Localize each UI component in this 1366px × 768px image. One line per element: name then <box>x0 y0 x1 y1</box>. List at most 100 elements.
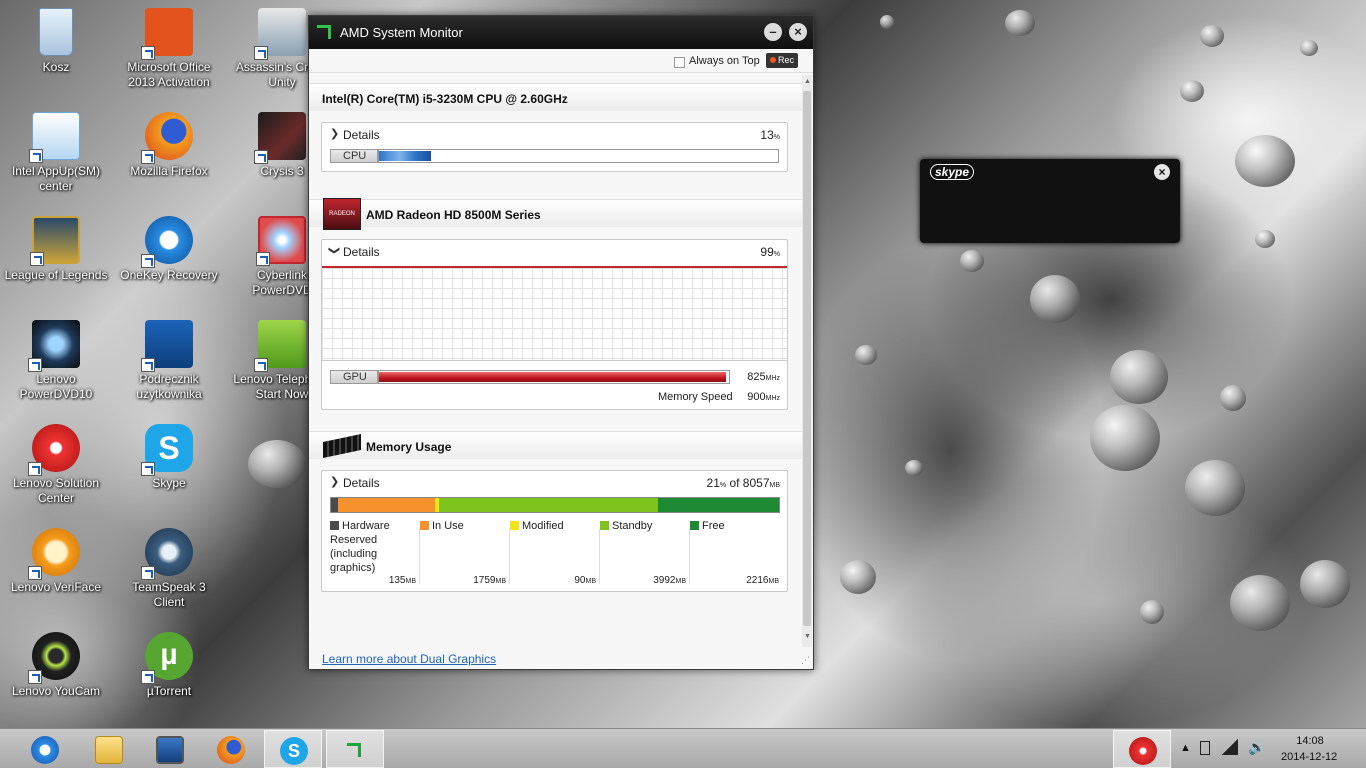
desktop-icon-lenovo-powerdvd10[interactable]: Lenovo PowerDVD10 <box>4 314 108 410</box>
always-on-top-checkbox[interactable] <box>674 57 685 68</box>
skype-icon: S <box>141 424 193 476</box>
legend-swatch <box>600 521 609 530</box>
telephony-icon <box>254 320 306 372</box>
vertical-scrollbar[interactable]: ▲ ▼ <box>802 75 812 647</box>
close-button[interactable]: × <box>789 23 807 41</box>
legend-value-unit: MB <box>405 578 417 585</box>
resize-grip-icon[interactable]: ⋰ <box>801 655 810 666</box>
cpu-panel: ❯ Details 13% CPU <box>321 122 788 172</box>
gpu-percent: 99% <box>760 245 780 259</box>
legend-swatch <box>330 521 339 530</box>
firefox-icon <box>217 736 245 764</box>
legend-value-unit: MB <box>585 578 597 585</box>
desktop-icon-recycle-bin[interactable]: Kosz <box>4 2 108 98</box>
cpu-percent-value: 13 <box>760 128 774 142</box>
scrollbar-thumb[interactable] <box>803 91 811 626</box>
gpu-details-toggle[interactable]: Details <box>343 245 380 259</box>
desktop-icon-lenovo-veriface[interactable]: Lenovo VeriFace <box>4 522 108 618</box>
radeon-badge-icon: RADEON <box>323 198 361 230</box>
solution-center-icon <box>28 424 80 476</box>
taskbar-skype[interactable]: S <box>264 730 322 768</box>
taskbar-file-explorer[interactable] <box>80 730 138 768</box>
internet-explorer-icon <box>31 736 59 764</box>
youcam-icon <box>28 632 80 684</box>
desktop-icon-skype[interactable]: S Skype <box>117 418 221 514</box>
memory-speed-value: 900 <box>747 391 766 403</box>
legend-value-unit: MB <box>675 578 687 585</box>
memory-title: Memory Usage <box>366 440 452 454</box>
desktop-icon-utorrent[interactable]: µ µTorrent <box>117 626 221 722</box>
legend-value-unit: MB <box>768 578 780 585</box>
tray-battery-icon[interactable] <box>1200 741 1210 755</box>
skype-notification-popup[interactable]: skype × <box>920 159 1180 243</box>
memory-details-chevron-icon[interactable]: ❯ <box>330 475 339 488</box>
powerdvd10-icon <box>28 320 80 372</box>
memory-usage-bar <box>330 497 780 513</box>
skype-popup-close-button[interactable]: × <box>1154 164 1170 180</box>
cpu-details-toggle[interactable]: Details <box>343 128 380 142</box>
tray-expand-chevron-icon[interactable]: ▲ <box>1180 742 1191 754</box>
amd-system-monitor-window: AMD System Monitor – × Always on Top Rec… <box>308 15 814 670</box>
folder-icon <box>95 736 123 764</box>
legend-label: Standby <box>612 520 653 532</box>
memory-percent-value: 21 <box>706 476 720 490</box>
desktop-icon-lenovo-youcam[interactable]: Lenovo YouCam <box>4 626 108 722</box>
lenovo-book-icon <box>141 320 193 372</box>
memory-percent: 21% of 8057MB <box>707 476 780 490</box>
dual-graphics-link[interactable]: Learn more about Dual Graphics <box>322 652 496 666</box>
assassins-creed-icon <box>254 8 306 60</box>
cpu-percent: 13% <box>760 128 780 142</box>
solution-center-icon <box>1129 737 1157 765</box>
legend-value-unit: MB <box>495 578 507 585</box>
recycle-bin-icon <box>39 8 73 56</box>
legend-swatch <box>510 521 519 530</box>
legend-value-hardware-reserved: 135MB <box>330 575 416 586</box>
window-titlebar[interactable]: AMD System Monitor – × <box>309 16 813 49</box>
tray-lenovo-solution-center[interactable] <box>1113 730 1171 768</box>
desktop-icon-firefox[interactable]: Mozilla Firefox <box>117 106 221 202</box>
desktop-icon-user-guide[interactable]: Podręcznik użytkownika <box>117 314 221 410</box>
memory-total-unit: MB <box>769 482 781 489</box>
veriface-icon <box>28 528 80 580</box>
cpu-details-chevron-icon[interactable]: ❯ <box>330 127 339 140</box>
powerdvd-disc-icon <box>256 216 306 266</box>
league-of-legends-icon <box>30 216 80 266</box>
legend-in-use: In Use <box>420 519 464 533</box>
gpu-bar-label: GPU <box>330 370 378 384</box>
tray-signal-icon[interactable] <box>1222 739 1238 755</box>
amd-logo-icon <box>317 25 331 39</box>
legend-value-in-use: 1759MB <box>420 575 506 586</box>
rec-button[interactable]: Rec <box>766 53 798 68</box>
scroll-down-arrow-icon[interactable]: ▼ <box>804 633 811 640</box>
desktop-icon-onekey-recovery[interactable]: OneKey Recovery <box>117 210 221 306</box>
taskbar-amd-system-monitor[interactable] <box>326 730 384 768</box>
taskbar-firefox[interactable] <box>202 730 260 768</box>
legend-free: Free <box>690 519 725 533</box>
cpu-load-bar <box>378 149 779 163</box>
legend-value-number: 135 <box>388 575 406 586</box>
intel-appup-icon <box>29 112 80 163</box>
gpu-details-chevron-icon[interactable]: ❯ <box>328 246 341 255</box>
desktop-icon-teamspeak[interactable]: TeamSpeak 3 Client <box>117 522 221 618</box>
taskbar-internet-explorer[interactable] <box>16 730 74 768</box>
taskbar-lenovo-monitor[interactable] <box>141 730 199 768</box>
legend-label: Modified <box>522 520 564 532</box>
rec-label: Rec <box>777 55 794 65</box>
legend-value-modified: 90MB <box>510 575 596 586</box>
tray-volume-icon[interactable]: 🔊 <box>1248 739 1265 756</box>
desktop-icon-lenovo-solution-center[interactable]: Lenovo Solution Center <box>4 418 108 514</box>
memory-module-icon <box>323 433 361 459</box>
desktop-icon-league-of-legends[interactable]: League of Legends <box>4 210 108 306</box>
gpu-load-bar <box>378 370 730 384</box>
memory-details-toggle[interactable]: Details <box>343 476 380 490</box>
window-title: AMD System Monitor <box>340 25 463 40</box>
minimize-button[interactable]: – <box>764 23 782 41</box>
legend-label: Free <box>702 520 725 532</box>
desktop-icon-office-activation[interactable]: Microsoft Office 2013 Activation <box>117 2 221 98</box>
clock-date[interactable]: 2014-12-12 <box>1281 751 1337 763</box>
scroll-up-arrow-icon[interactable]: ▲ <box>804 78 811 85</box>
desktop-icon-intel-appup[interactable]: Intel AppUp(SM) center <box>4 106 108 202</box>
clock-time[interactable]: 14:08 <box>1288 735 1332 747</box>
gpu-load-fill <box>379 372 726 382</box>
utorrent-icon: µ <box>141 632 193 684</box>
